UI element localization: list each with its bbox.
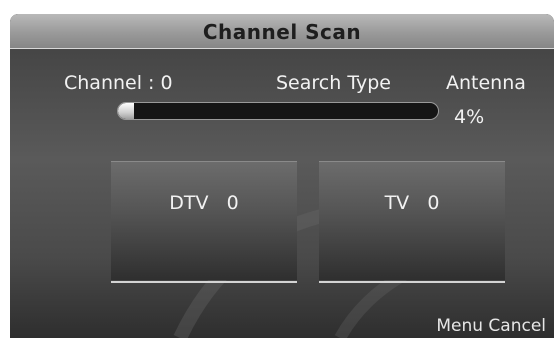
dtv-label: DTV [169,192,209,214]
dtv-count-box: DTV 0 [111,161,297,283]
dtv-count-text: DTV 0 [111,192,297,214]
tv-count-text: TV 0 [319,192,505,214]
channel-number-label: Channel : 0 [64,72,173,94]
scan-progress-bar [117,102,439,120]
scan-progress-percent: 4% [454,106,485,128]
menu-cancel-hint[interactable]: Menu Cancel [436,316,546,336]
scan-progress-fill [118,103,134,119]
title-bar: Channel Scan [10,14,554,49]
dialog-title: Channel Scan [202,20,362,44]
dtv-count-value: 0 [226,192,239,214]
channel-scan-dialog: Channel Scan Channel : 0 Search Type Ant… [10,14,554,338]
tv-box-underline [319,281,505,283]
search-type-label: Search Type [276,72,391,94]
tv-count-box: TV 0 [319,161,505,283]
tv-label: TV [384,192,410,214]
search-type-value: Antenna [446,72,526,94]
dtv-box-underline [111,281,297,283]
tv-count-value: 0 [427,192,440,214]
